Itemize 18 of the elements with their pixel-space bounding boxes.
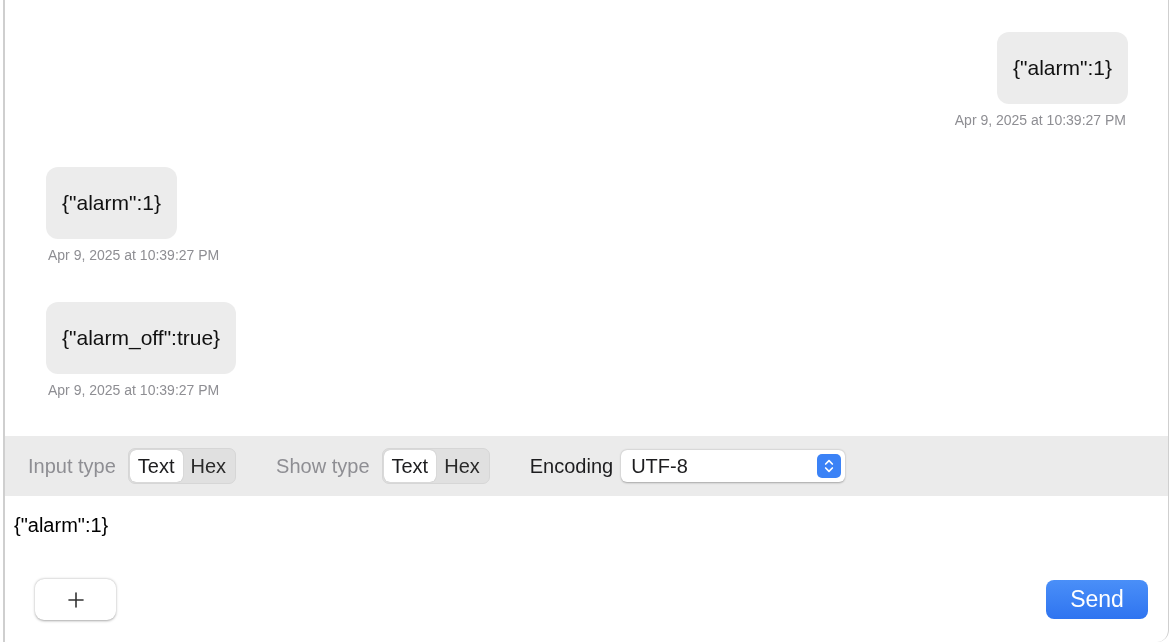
segment-tab[interactable]: Text — [129, 450, 183, 482]
segment-label: Show type — [276, 454, 370, 479]
encoding-label: Encoding — [529, 454, 614, 479]
message-input[interactable]: {"alarm":1} — [5, 496, 1168, 570]
segment-label: Input type — [28, 454, 116, 479]
message-bubble: {"alarm":1} — [46, 167, 177, 239]
segment-tab[interactable]: Hex — [436, 450, 488, 482]
stepper-icon — [817, 454, 842, 478]
message-timestamp: Apr 9, 2025 at 10:39:27 PM — [47, 381, 221, 399]
add-button[interactable] — [35, 579, 116, 620]
segment-tab[interactable]: Text — [383, 450, 437, 482]
segment-tab[interactable]: Hex — [182, 450, 235, 482]
encoding-select[interactable]: UTF-8 — [621, 450, 846, 482]
message-timestamp: Apr 9, 2025 at 10:39:27 PM — [47, 246, 221, 264]
send-button[interactable]: Send — [1046, 580, 1148, 619]
message-bubble: {"alarm_off":true} — [46, 302, 237, 374]
message-timestamp: Apr 9, 2025 at 10:39:27 PM — [953, 111, 1127, 129]
message-bubble: {"alarm":1} — [997, 32, 1128, 104]
